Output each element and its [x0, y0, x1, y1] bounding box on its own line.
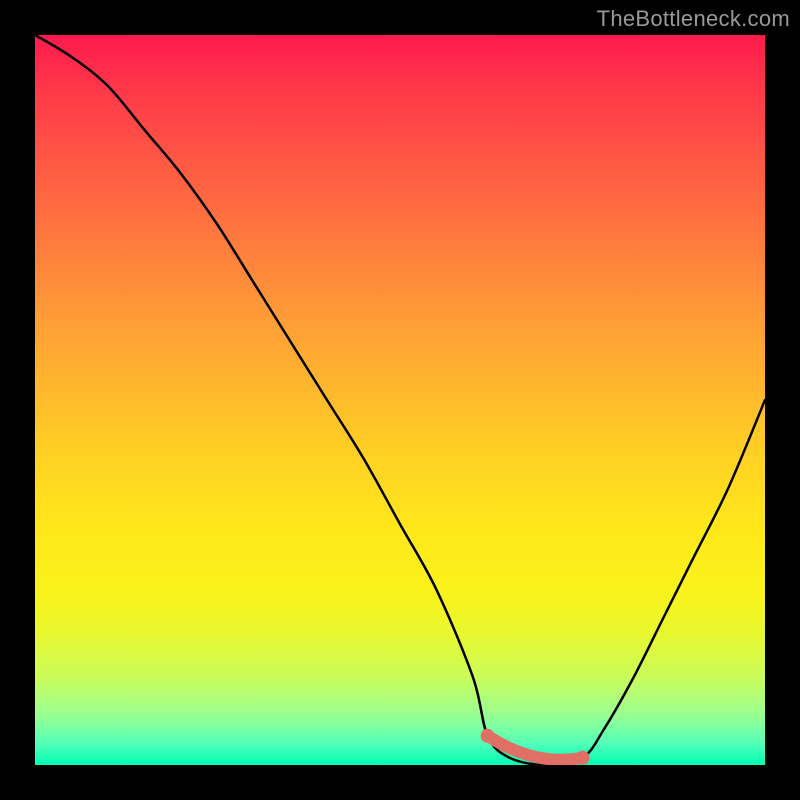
bottleneck-curve [35, 35, 765, 765]
plot-area [35, 35, 765, 765]
watermark-text: TheBottleneck.com [597, 6, 790, 32]
highlight-segment [35, 35, 765, 765]
chart-container: TheBottleneck.com [0, 0, 800, 800]
